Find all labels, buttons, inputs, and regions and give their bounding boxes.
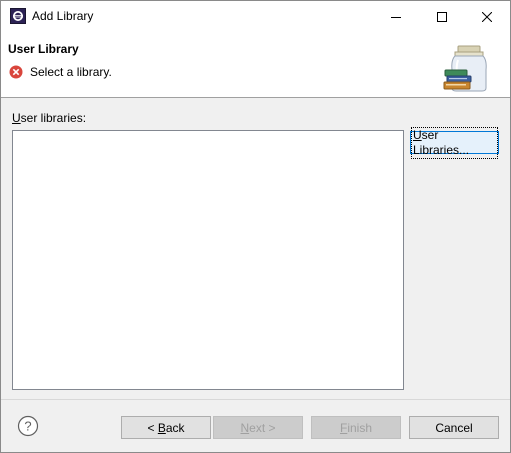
user-libraries-label-text: ser libraries:	[20, 111, 87, 125]
banner-title: User Library	[8, 42, 79, 56]
finish-button[interactable]: Finish	[311, 416, 401, 439]
add-library-dialog: Add Library User Library Select a librar…	[0, 0, 511, 453]
help-icon[interactable]: ?	[17, 415, 39, 437]
user-libraries-button-label: User Libraries...	[411, 126, 498, 159]
svg-text:?: ?	[24, 419, 31, 434]
cancel-button[interactable]: Cancel	[409, 416, 499, 439]
user-libraries-button-mnemonic: U	[413, 127, 422, 142]
error-icon	[9, 65, 23, 79]
user-libraries-label: User libraries:	[12, 111, 86, 125]
minimize-button[interactable]	[373, 1, 419, 32]
user-libraries-button-text: ser Libraries...	[413, 127, 470, 157]
window-title: Add Library	[32, 9, 94, 23]
back-button-mnemonic: B	[157, 420, 166, 435]
wizard-banner: User Library Select a library.	[1, 32, 510, 98]
finish-button-mnemonic: F	[339, 420, 348, 435]
next-button-text: ext >	[249, 420, 276, 435]
user-libraries-button[interactable]: User Libraries...	[410, 126, 499, 159]
close-icon	[482, 11, 492, 22]
next-button[interactable]: Next >	[213, 416, 303, 439]
back-button-text: ack	[165, 420, 185, 435]
eclipse-app-icon	[10, 8, 26, 24]
finish-button-text: inish	[347, 420, 373, 435]
back-button-prefix: <	[147, 420, 158, 435]
next-button-mnemonic: N	[240, 420, 250, 435]
maximize-icon	[437, 11, 447, 22]
banner-message: Select a library.	[30, 65, 112, 79]
minimize-icon	[391, 16, 401, 18]
maximize-button[interactable]	[419, 1, 465, 32]
close-button[interactable]	[464, 1, 510, 32]
library-jar-books-icon	[443, 45, 487, 92]
footer-divider	[1, 399, 510, 400]
user-libraries-label-mnemonic: U	[12, 111, 21, 125]
title-bar[interactable]: Add Library	[1, 1, 510, 32]
user-libraries-list[interactable]	[12, 130, 404, 390]
back-button[interactable]: < Back	[121, 416, 211, 439]
